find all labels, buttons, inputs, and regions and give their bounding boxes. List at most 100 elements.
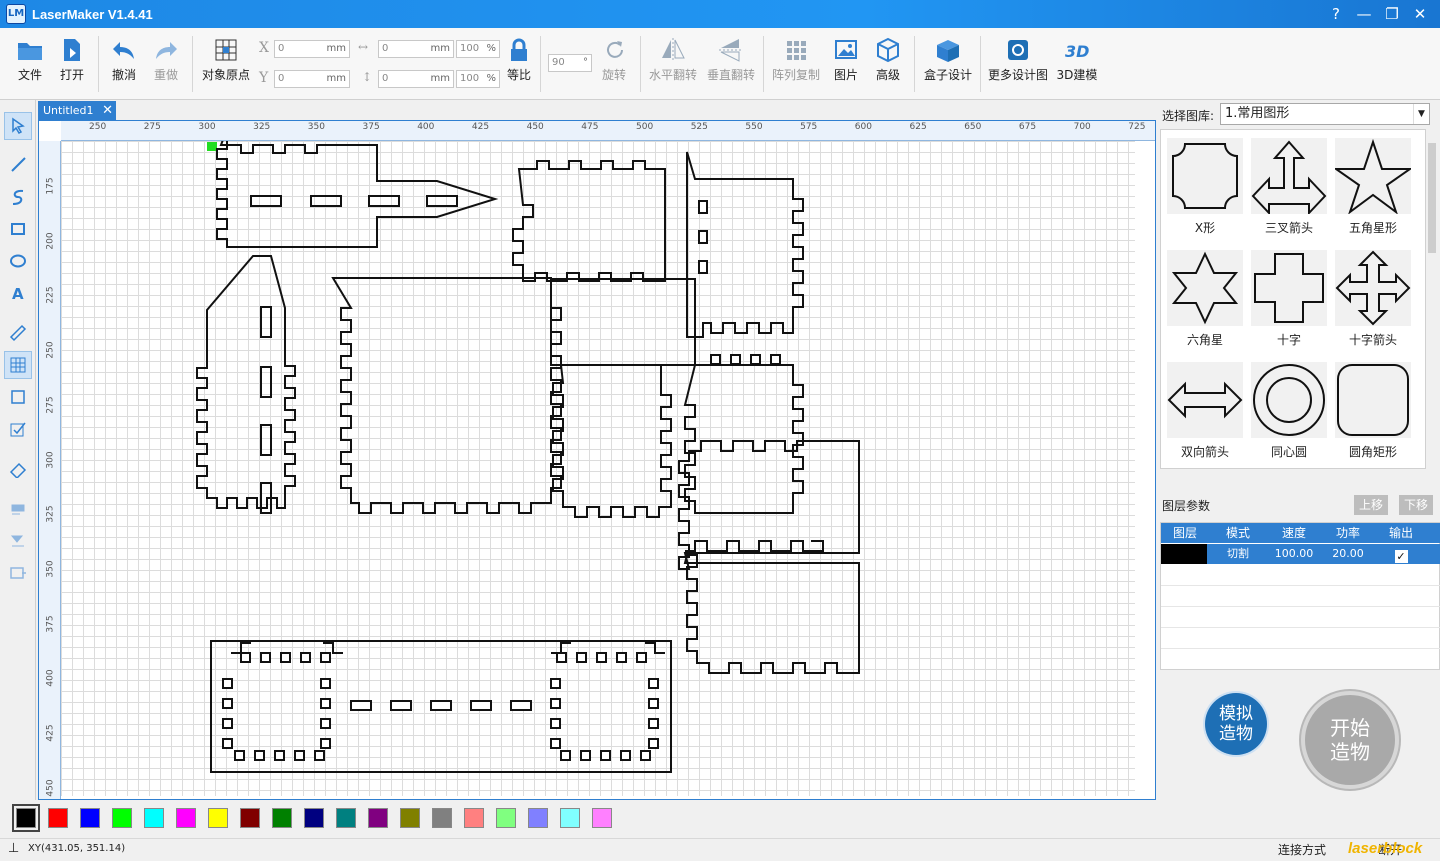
move-down-button[interactable]: 下移 [1399, 495, 1433, 515]
palette-swatch[interactable] [496, 808, 516, 828]
restore-button[interactable]: ❐ [1378, 0, 1406, 28]
object-origin-button[interactable]: 对象原点 [198, 34, 254, 94]
edit-tool[interactable] [4, 415, 32, 443]
palette-swatch[interactable] [240, 808, 260, 828]
flip-vertical-icon [719, 39, 743, 62]
drawing-area[interactable] [61, 141, 1135, 796]
shape-trident-arrow[interactable]: 三叉箭头 [1249, 134, 1329, 242]
shape-cross[interactable]: 十字 [1249, 246, 1329, 354]
height-percent-input[interactable]: 100% [456, 70, 500, 88]
distribute-tool[interactable] [4, 527, 32, 555]
design-canvas[interactable]: 250 275 300 325 350 375 400 425 450 475 500 525 550 5… [38, 120, 1156, 800]
box-parts-drawing[interactable] [61, 141, 1135, 796]
export-tool[interactable] [4, 559, 32, 587]
palette-swatch[interactable] [144, 808, 164, 828]
layer-color-swatch[interactable] [1161, 544, 1207, 564]
open-button[interactable]: 打开 [54, 34, 90, 94]
align-tool[interactable] [4, 495, 32, 523]
rectangle-icon [11, 223, 25, 235]
ellipse-tool[interactable] [4, 247, 32, 275]
width-input[interactable]: 0 mm [378, 40, 454, 58]
advanced-button[interactable]: 高级 [868, 34, 908, 94]
svg-text:A: A [12, 285, 24, 302]
curve-tool[interactable] [4, 183, 32, 211]
help-button[interactable]: ? [1322, 0, 1350, 28]
shape-double-arrow[interactable]: 双向箭头 [1165, 358, 1245, 466]
frame-tool[interactable] [4, 383, 32, 411]
palette-swatch[interactable] [112, 808, 132, 828]
ruler-tick-label: 400 [417, 122, 435, 132]
eraser-tool[interactable] [4, 455, 32, 483]
flip-vertical-button[interactable]: 垂直翻转 [704, 34, 758, 94]
palette-swatch[interactable] [12, 804, 40, 832]
ruler-tick-label: 275 [143, 122, 161, 132]
document-tabs: Untitled1 ✕ [38, 101, 1156, 120]
text-tool[interactable]: A [4, 279, 32, 307]
palette-swatch[interactable] [400, 808, 420, 828]
palette-swatch[interactable] [176, 808, 196, 828]
curve-icon [12, 189, 24, 205]
3d-modeling-button[interactable]: 3D 3D建模 [1054, 34, 1100, 94]
palette-swatch[interactable] [560, 808, 580, 828]
x-shape-icon [1167, 138, 1243, 214]
image-button[interactable]: 图片 [828, 34, 864, 94]
palette-swatch[interactable] [208, 808, 228, 828]
y-position-input[interactable]: 0 mm [274, 70, 350, 88]
ruler-tick-label: 475 [581, 122, 599, 132]
undo-button[interactable]: 撤消 [106, 34, 142, 94]
tab-untitled1[interactable]: Untitled1 ✕ [38, 101, 116, 120]
top-ruler: 250 275 300 325 350 375 400 425 450 475 500 525 550 5… [61, 121, 1155, 141]
shape-six-star[interactable]: 六角星 [1165, 246, 1245, 354]
array-copy-button[interactable]: 阵列复制 [769, 34, 823, 94]
shape-five-star[interactable]: 五角星形 [1332, 134, 1414, 242]
box-design-button[interactable]: 盒子设计 [920, 34, 976, 94]
shape-cross-arrow[interactable]: 十字箭头 [1333, 246, 1413, 354]
trident-arrow-icon [1251, 138, 1327, 216]
rotate-angle-input[interactable]: 90 ° [548, 54, 592, 72]
flip-horizontal-button[interactable]: 水平翻转 [646, 34, 700, 94]
start-button[interactable]: 开始 造物 [1301, 691, 1399, 789]
grid-tool[interactable] [4, 351, 32, 379]
left-ruler: 175 200 225 250 275 300 325 350 375 400 425 450 [39, 141, 61, 799]
minimize-button[interactable]: — [1350, 0, 1378, 28]
palette-swatch[interactable] [464, 808, 484, 828]
left-toolbox: A [0, 100, 36, 800]
file-button[interactable]: 文件 [12, 34, 48, 94]
palette-swatch[interactable] [304, 808, 324, 828]
palette-swatch[interactable] [48, 808, 68, 828]
palette-swatch[interactable] [368, 808, 388, 828]
layer-output-checkbox[interactable]: ✓ [1375, 544, 1427, 564]
library-select[interactable]: 1.常用图形 ▼ [1220, 103, 1430, 125]
ruler-tick-label: 300 [198, 122, 216, 132]
move-up-button[interactable]: 上移 [1354, 495, 1388, 515]
svg-text:3D: 3D [1065, 42, 1089, 61]
width-percent-input[interactable]: 100% [456, 40, 500, 58]
library-scrollbar[interactable] [1426, 129, 1438, 469]
connection-label[interactable]: 连接方式 [1278, 841, 1326, 858]
palette-swatch[interactable] [528, 808, 548, 828]
rotate-button[interactable]: 旋转 [596, 34, 632, 94]
palette-swatch[interactable] [336, 808, 356, 828]
table-row[interactable]: 切割 100.00 20.00 ✓ [1161, 544, 1440, 564]
frame-icon [11, 390, 25, 404]
ruler-tick-label: 375 [362, 122, 380, 132]
more-designs-button[interactable]: 更多设计图 [985, 34, 1051, 94]
close-tab-icon[interactable]: ✕ [102, 101, 113, 120]
x-position-input[interactable]: 0 mm [274, 40, 350, 58]
close-button[interactable]: ✕ [1406, 0, 1434, 28]
shape-concentric[interactable]: 同心圆 [1249, 358, 1329, 466]
palette-swatch[interactable] [432, 808, 452, 828]
rectangle-tool[interactable] [4, 215, 32, 243]
proportional-button[interactable]: 等比 [504, 34, 534, 94]
line-tool[interactable] [4, 150, 32, 178]
shape-x[interactable]: X形 [1165, 134, 1245, 242]
height-input[interactable]: 0 mm [378, 70, 454, 88]
simulate-button[interactable]: 模拟 造物 [1205, 693, 1267, 755]
palette-swatch[interactable] [80, 808, 100, 828]
select-tool[interactable] [4, 112, 32, 140]
measure-tool[interactable] [4, 319, 32, 347]
palette-swatch[interactable] [592, 808, 612, 828]
palette-swatch[interactable] [272, 808, 292, 828]
redo-button[interactable]: 重做 [148, 34, 184, 94]
shape-rounded-rect[interactable]: 圆角矩形 [1333, 358, 1413, 466]
